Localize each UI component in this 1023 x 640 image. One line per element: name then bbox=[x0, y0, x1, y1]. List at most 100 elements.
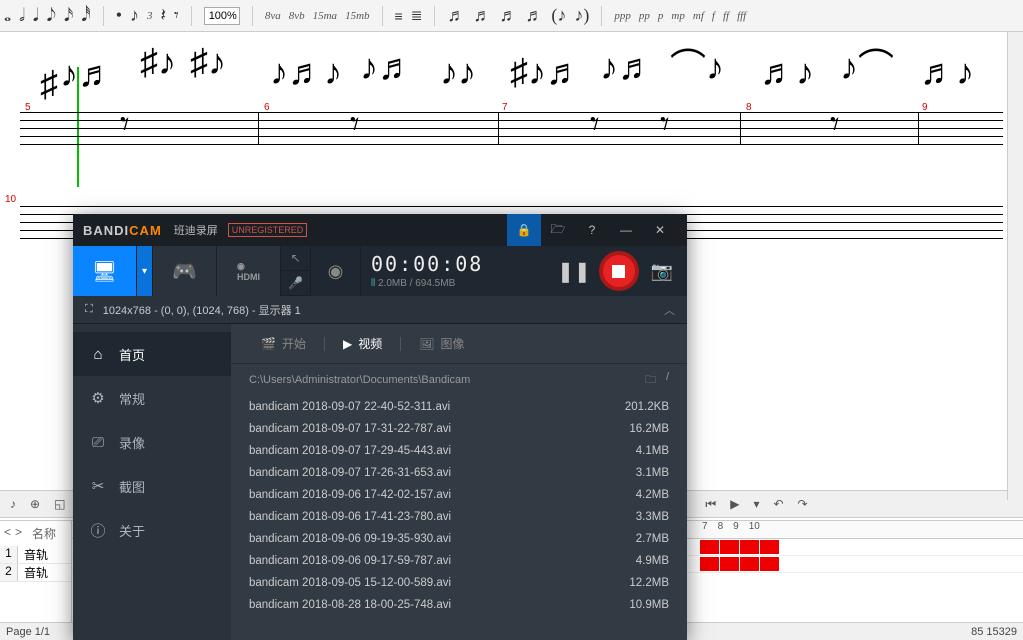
file-size: 2.7MB bbox=[636, 533, 669, 545]
note-thirtysecond[interactable]: 𝅘𝅥𝅰 bbox=[81, 5, 90, 26]
tool-btn[interactable]: ♪ bbox=[6, 495, 20, 513]
octave-15ma[interactable]: 15ma bbox=[313, 10, 337, 22]
octave-8va[interactable]: 8va bbox=[265, 10, 281, 22]
gear-icon: ⚙ bbox=[89, 389, 107, 407]
dyn-f[interactable]: f bbox=[712, 10, 715, 22]
track-label[interactable]: 音轨 bbox=[18, 546, 48, 563]
capture-info[interactable]: ⛶ 1024x768 - (0, 0), (1024, 768) - 显示器 1… bbox=[73, 296, 687, 324]
cursor-icon[interactable]: ↖ bbox=[281, 246, 311, 271]
tool-btn[interactable]: ◱ bbox=[50, 495, 69, 513]
tuplet-3[interactable]: 3 bbox=[147, 10, 153, 22]
tool-btn[interactable]: ⊕ bbox=[26, 495, 44, 513]
pause-button[interactable]: ❚❚ bbox=[557, 259, 591, 284]
track-block[interactable] bbox=[760, 540, 779, 554]
tab-video[interactable]: ▶ 视频 bbox=[325, 324, 400, 364]
align-left-icon[interactable]: ≡ bbox=[395, 8, 403, 24]
titlebar[interactable]: BANDICAM 班迪录屏 UNREGISTERED 🔒 🗁 ? — ✕ bbox=[73, 214, 687, 246]
chevron-up-icon[interactable]: ︿ bbox=[664, 302, 675, 318]
minimize-button[interactable]: — bbox=[609, 214, 643, 246]
track-block[interactable] bbox=[760, 557, 779, 571]
staff-area-1[interactable]: 5 6 7 8 9 ♯ ♪♬ ♯♪ ♯♪ ♪♬♪ ♪♬ ♪♪ ♯♪♬ ♪♬ ⌒♪… bbox=[0, 32, 1023, 202]
nav-prev[interactable]: < bbox=[4, 525, 11, 542]
beam-1[interactable]: ♬ bbox=[447, 5, 465, 26]
track-block[interactable] bbox=[720, 557, 739, 571]
sidebar-item-about[interactable]: ⓘ 关于 bbox=[73, 508, 231, 552]
scrollbar-vertical[interactable] bbox=[1007, 32, 1023, 500]
sidebar-item-image[interactable]: ✂ 截图 bbox=[73, 464, 231, 508]
mode-screen[interactable]: 🖥 bbox=[73, 246, 137, 296]
note-quarter[interactable]: 𝅘𝅥 bbox=[33, 5, 39, 26]
file-row[interactable]: bandicam 2018-09-07 17-31-22-787.avi16.2… bbox=[231, 418, 687, 440]
note-half[interactable]: 𝅗𝅥 bbox=[19, 5, 25, 26]
sidebar-item-home[interactable]: ⌂ 首页 bbox=[73, 332, 231, 376]
file-row[interactable]: bandicam 2018-09-06 17-41-23-780.avi3.3M… bbox=[231, 506, 687, 528]
nav-next[interactable]: > bbox=[15, 525, 22, 542]
sidebar-item-general[interactable]: ⚙ 常规 bbox=[73, 376, 231, 420]
lock-icon[interactable]: 🔒 bbox=[507, 214, 541, 246]
mic-icon[interactable]: 🎤 bbox=[281, 271, 311, 296]
open-folder-icon[interactable]: 🗀 bbox=[645, 371, 656, 390]
dyn-mf[interactable]: mf bbox=[693, 10, 704, 22]
align-center-icon[interactable]: ≣ bbox=[411, 7, 423, 24]
beam-3[interactable]: ♬ bbox=[499, 5, 517, 26]
dyn-ppp[interactable]: ppp bbox=[614, 10, 631, 22]
rest-2[interactable]: 𝄾 bbox=[174, 5, 179, 26]
octave-8vb[interactable]: 8vb bbox=[289, 10, 305, 22]
note-whole[interactable]: 𝅝 bbox=[4, 5, 11, 26]
file-row[interactable]: bandicam 2018-09-06 17-42-02-157.avi4.2M… bbox=[231, 484, 687, 506]
tab-image[interactable]: 🖼 图像 bbox=[401, 324, 482, 364]
file-row[interactable]: bandicam 2018-09-06 09-17-59-787.avi4.9M… bbox=[231, 550, 687, 572]
track-block[interactable] bbox=[720, 540, 739, 554]
track-block[interactable] bbox=[740, 540, 759, 554]
track-block[interactable] bbox=[700, 540, 719, 554]
track-block[interactable] bbox=[740, 557, 759, 571]
track-label[interactable]: 音轨 bbox=[18, 564, 48, 581]
dot[interactable]: • bbox=[116, 5, 122, 26]
file-row[interactable]: bandicam 2018-09-07 17-29-45-443.avi4.1M… bbox=[231, 440, 687, 462]
help-icon[interactable]: ? bbox=[575, 214, 609, 246]
note-eighth[interactable]: 𝅘𝅥𝅮 bbox=[47, 5, 56, 26]
slur-start[interactable]: (♪ bbox=[551, 5, 566, 26]
webcam-icon[interactable]: ◉ bbox=[311, 246, 361, 296]
tab-start[interactable]: 🎬 开始 bbox=[243, 324, 324, 364]
note-sixteenth[interactable]: 𝅘𝅥𝅯 bbox=[64, 5, 73, 26]
sidebar-item-label: 常规 bbox=[119, 389, 145, 408]
mode-screen-dropdown[interactable]: ▾ bbox=[137, 246, 153, 296]
redo-icon[interactable]: ↷ bbox=[794, 495, 812, 513]
beam-2[interactable]: ♬ bbox=[473, 5, 491, 26]
file-row[interactable]: bandicam 2018-09-07 22-40-52-311.avi201.… bbox=[231, 396, 687, 418]
file-size: 4.2MB bbox=[636, 489, 669, 501]
file-row[interactable]: bandicam 2018-09-05 15-12-00-589.avi12.2… bbox=[231, 572, 687, 594]
file-size: 10.9MB bbox=[629, 599, 669, 611]
dyn-mp[interactable]: mp bbox=[671, 10, 684, 22]
folder-icon[interactable]: 🗁 bbox=[541, 214, 575, 246]
sidebar-item-video[interactable]: ⎚ 录像 bbox=[73, 420, 231, 464]
octave-15mb[interactable]: 15mb bbox=[345, 10, 369, 22]
beam-auto[interactable]: ♬ bbox=[525, 5, 543, 26]
undo-icon[interactable]: ↶ bbox=[769, 495, 787, 513]
screenshot-button[interactable]: 📷 bbox=[651, 261, 673, 282]
track-num[interactable]: 2 bbox=[0, 564, 18, 581]
grace-note[interactable]: ♪ bbox=[130, 5, 139, 26]
play-icon[interactable]: ▶ bbox=[726, 495, 743, 513]
dyn-pp[interactable]: pp bbox=[639, 10, 650, 22]
play-prev-icon[interactable]: ⏮ bbox=[701, 495, 720, 514]
dyn-p[interactable]: p bbox=[658, 10, 664, 22]
file-row[interactable]: bandicam 2018-09-06 09-19-35-930.avi2.7M… bbox=[231, 528, 687, 550]
close-button[interactable]: ✕ bbox=[643, 214, 677, 246]
music-toolbar: 𝅝 𝅗𝅥 𝅘𝅥 𝅘𝅥𝅮 𝅘𝅥𝅯 𝅘𝅥𝅰 • ♪ 3 𝄽 𝄾 8va 8vb 15… bbox=[0, 0, 1023, 32]
slur-end[interactable]: ♪) bbox=[574, 5, 589, 26]
track-num[interactable]: 1 bbox=[0, 546, 18, 563]
path-bar: C:\Users\Administrator\Documents\Bandica… bbox=[231, 364, 687, 396]
rest-1[interactable]: 𝄽 bbox=[161, 5, 167, 26]
mode-device[interactable]: ◉HDMI bbox=[217, 246, 281, 296]
file-row[interactable]: bandicam 2018-08-28 18-00-25-748.avi10.9… bbox=[231, 594, 687, 616]
dropdown-icon[interactable]: ▾ bbox=[749, 495, 763, 513]
dyn-ff[interactable]: ff bbox=[723, 10, 729, 22]
dyn-fff[interactable]: fff bbox=[737, 10, 746, 22]
file-row[interactable]: bandicam 2018-09-07 17-26-31-653.avi3.1M… bbox=[231, 462, 687, 484]
mode-game[interactable]: 🎮 bbox=[153, 246, 217, 296]
zoom-input[interactable] bbox=[204, 7, 240, 25]
record-stop-button[interactable] bbox=[599, 251, 639, 291]
track-block[interactable] bbox=[700, 557, 719, 571]
